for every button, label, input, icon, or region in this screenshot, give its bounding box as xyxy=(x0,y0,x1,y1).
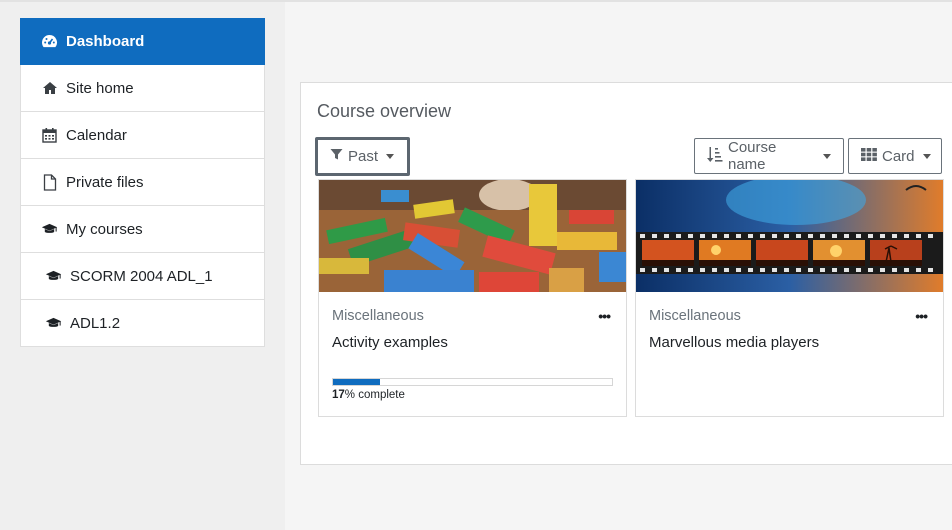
sidebar-item-label: Calendar xyxy=(66,126,127,144)
sort-label: Course name xyxy=(728,139,777,173)
course-image-filmstrip[interactable] xyxy=(636,180,943,292)
sidebar-item-dashboard[interactable]: Dashboard xyxy=(20,18,265,65)
course-image-blocks[interactable] xyxy=(319,180,626,292)
course-name-link[interactable]: Activity examples xyxy=(332,334,448,351)
calendar-icon xyxy=(41,127,58,144)
course-card[interactable]: Miscellaneous ••• Activity examples 17% … xyxy=(318,179,627,417)
home-icon xyxy=(41,80,58,97)
sidebar-item-scorm-2004[interactable]: SCORM 2004 ADL_1 xyxy=(20,253,265,300)
course-overview-block: Course overview Past Course name Card Mi… xyxy=(300,82,952,465)
dashboard-icon xyxy=(41,33,58,50)
sidebar-item-calendar[interactable]: Calendar xyxy=(20,112,265,159)
sidebar-item-label: Private files xyxy=(66,173,144,191)
view-label: Card xyxy=(882,147,915,165)
filter-label: Past xyxy=(348,148,379,165)
sidebar-item-label: ADL1.2 xyxy=(70,314,121,332)
filter-icon xyxy=(330,148,348,165)
top-divider xyxy=(0,0,952,2)
graduation-cap-icon xyxy=(41,221,58,238)
sidebar-item-my-courses[interactable]: My courses xyxy=(20,206,265,253)
graduation-cap-icon xyxy=(45,268,62,285)
sidebar-item-label: Dashboard xyxy=(66,32,145,50)
course-name-link[interactable]: Marvellous media players xyxy=(649,334,819,351)
course-menu-icon[interactable]: ••• xyxy=(598,308,611,324)
progress-bar-fill xyxy=(333,379,381,385)
chevron-down-icon xyxy=(823,153,831,159)
file-icon xyxy=(41,173,58,191)
progress-suffix: % complete xyxy=(344,389,405,401)
sidebar-item-label: Site home xyxy=(66,79,134,97)
sidebar-item-adl12[interactable]: ADL1.2 xyxy=(20,300,265,347)
progress-label: 17% complete xyxy=(332,389,405,401)
course-category: Miscellaneous xyxy=(649,308,741,324)
course-category: Miscellaneous xyxy=(332,308,424,324)
filter-dropdown[interactable]: Past xyxy=(315,137,410,176)
course-card[interactable]: Miscellaneous ••• Marvellous media playe… xyxy=(635,179,944,417)
sort-icon xyxy=(707,146,728,167)
sort-dropdown[interactable]: Course name xyxy=(694,138,844,174)
chevron-down-icon xyxy=(386,154,395,159)
course-menu-icon[interactable]: ••• xyxy=(915,308,928,324)
grid-icon xyxy=(861,147,882,165)
sidebar-nav: Dashboard Site home Calendar Private fil… xyxy=(20,18,265,347)
chevron-down-icon xyxy=(922,153,931,159)
view-dropdown[interactable]: Card xyxy=(848,138,942,174)
sidebar-item-private-files[interactable]: Private files xyxy=(20,159,265,206)
progress-bar xyxy=(332,378,613,386)
graduation-cap-icon xyxy=(45,315,62,332)
sidebar-item-site-home[interactable]: Site home xyxy=(20,65,265,112)
block-title: Course overview xyxy=(317,101,452,121)
progress-value: 17 xyxy=(332,389,345,401)
sidebar-item-label: My courses xyxy=(66,220,143,238)
sidebar-item-label: SCORM 2004 ADL_1 xyxy=(70,267,213,285)
